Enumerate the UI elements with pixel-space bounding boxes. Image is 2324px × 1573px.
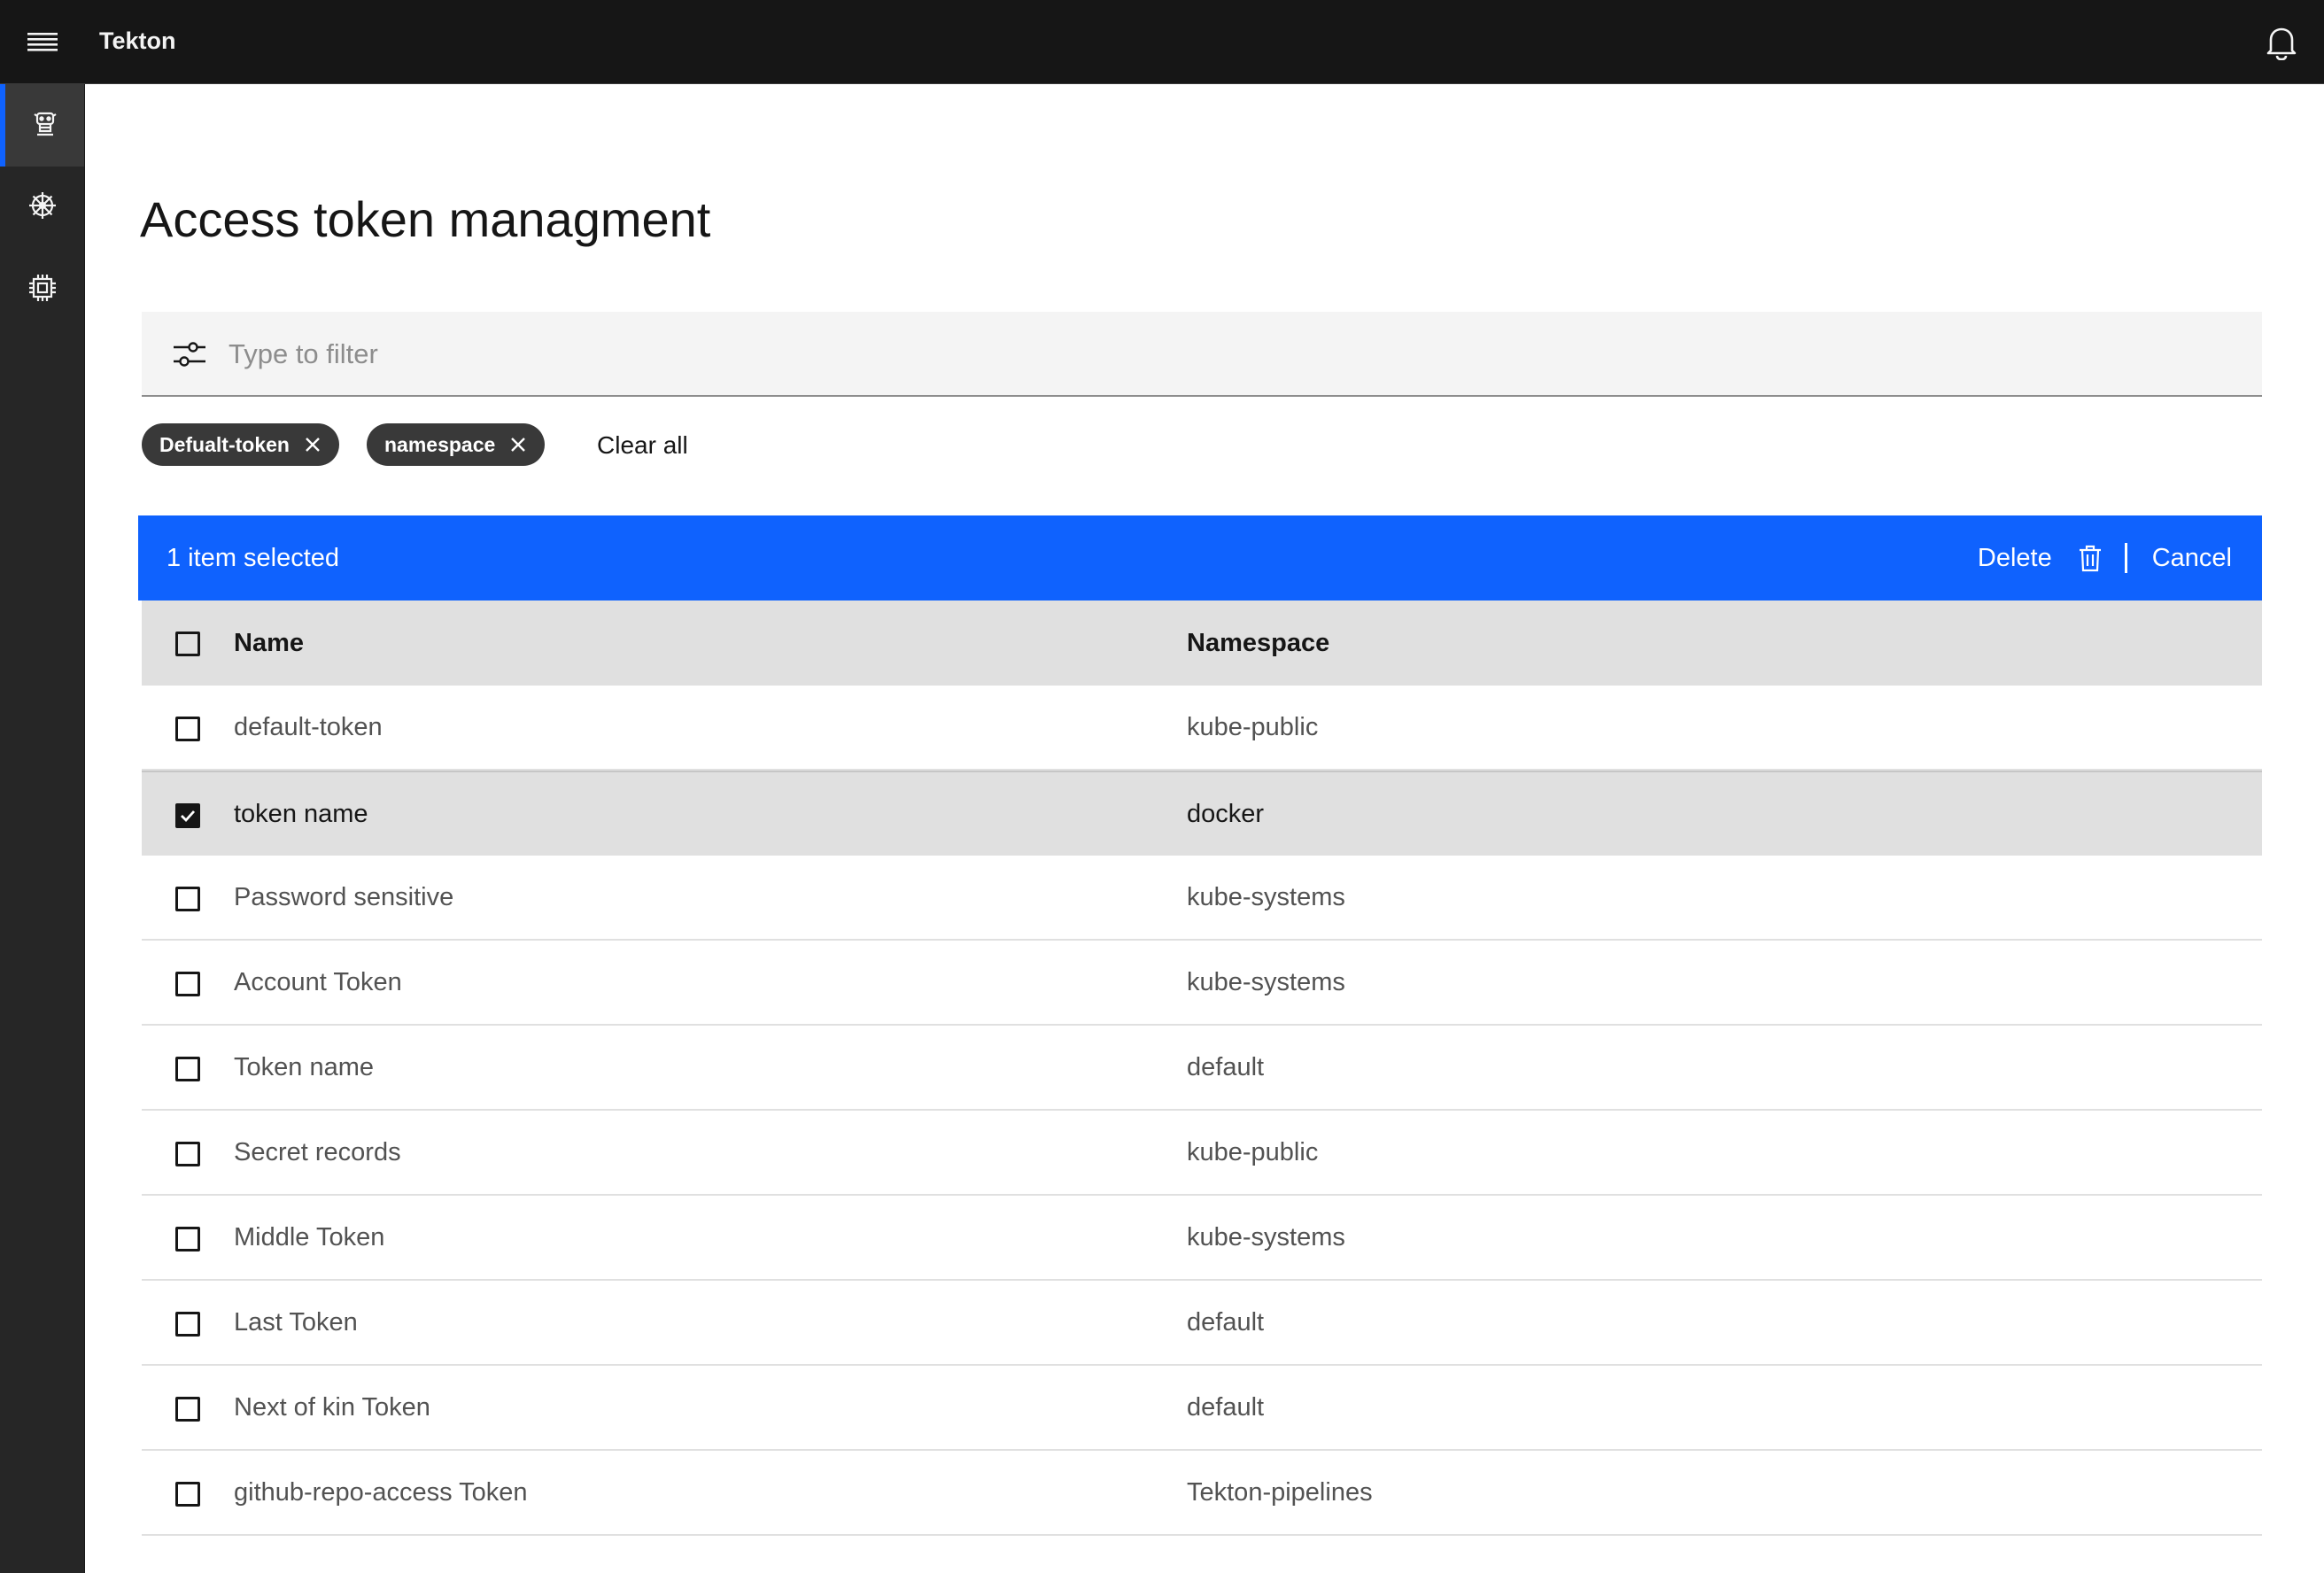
table-row[interactable]: Next of kin Token default [142, 1366, 2262, 1451]
cell-namespace: kube-systems [1187, 1223, 1345, 1251]
rail-item-kubernetes[interactable] [0, 167, 84, 249]
tekton-robot-icon [30, 108, 60, 143]
table-row[interactable]: github-repo-access Token Tekton-pipelines [142, 1451, 2262, 1536]
delete-button[interactable]: Delete [1978, 544, 2103, 573]
row-checkbox[interactable] [175, 1397, 200, 1422]
cell-namespace: default [1187, 1308, 1265, 1337]
cell-token-name: Next of kin Token [234, 1393, 430, 1422]
rail-item-chip[interactable] [0, 249, 84, 331]
table-row[interactable]: Secret records kube-public [142, 1111, 2262, 1196]
cell-namespace: kube-systems [1187, 883, 1345, 911]
cell-namespace: kube-systems [1187, 968, 1345, 996]
row-checkbox[interactable] [175, 887, 200, 911]
token-table: Name Namespace default-token kube-public t… [142, 601, 2262, 1536]
chip-icon [27, 273, 58, 307]
cell-namespace: default [1187, 1053, 1265, 1081]
hamburger-menu-icon[interactable] [0, 0, 85, 84]
cell-token-name: token name [234, 800, 368, 828]
table-row[interactable]: Account Token kube-systems [142, 941, 2262, 1026]
cell-token-name: github-repo-access Token [234, 1478, 528, 1507]
cell-token-name: Account Token [234, 968, 402, 996]
top-header: Tekton [0, 0, 2324, 84]
selected-count: 1 item selected [167, 544, 340, 572]
tag-label: Defualt-token [159, 432, 290, 456]
row-checkbox[interactable] [175, 803, 200, 828]
table-row[interactable]: Last Token default [142, 1281, 2262, 1366]
batch-action-bar: 1 item selected Delete Cancel [138, 515, 2262, 601]
column-header-name[interactable]: Name [234, 601, 304, 686]
table-row[interactable]: Token name default [142, 1026, 2262, 1111]
checkmark-icon [181, 810, 196, 823]
cell-namespace: default [1187, 1393, 1265, 1422]
row-checkbox[interactable] [175, 1482, 200, 1507]
cell-namespace: docker [1187, 800, 1265, 828]
kubernetes-helm-icon [27, 190, 58, 226]
row-checkbox[interactable] [175, 1142, 200, 1166]
table-row[interactable]: Password sensitive kube-systems [142, 856, 2262, 941]
tag-label: namespace [384, 432, 496, 456]
cell-token-name: Last Token [234, 1308, 358, 1337]
divider [2124, 543, 2127, 573]
filter-input[interactable] [227, 312, 2232, 397]
trash-icon [2077, 544, 2103, 572]
batch-actions: Delete Cancel [1978, 515, 2232, 601]
settings-adjust-icon [170, 335, 209, 374]
cancel-button[interactable]: Cancel [2152, 544, 2232, 573]
bell-icon[interactable] [2239, 0, 2324, 84]
cell-namespace: kube-public [1187, 1138, 1319, 1166]
select-all-checkbox[interactable] [175, 632, 200, 656]
close-icon[interactable] [304, 436, 321, 453]
rail-item-tekton[interactable] [0, 84, 84, 167]
cell-token-name: Password sensitive [234, 883, 454, 911]
cell-token-name: Middle Token [234, 1223, 385, 1251]
clear-all-button[interactable]: Clear all [597, 427, 688, 464]
row-checkbox[interactable] [175, 1312, 200, 1337]
table-header-row: Name Namespace [142, 601, 2262, 686]
table-row[interactable]: Middle Token kube-systems [142, 1196, 2262, 1281]
cell-token-name: default-token [234, 713, 383, 741]
filter-tag-default-token: Defualt-token [142, 423, 339, 466]
row-checkbox[interactable] [175, 972, 200, 996]
row-checkbox[interactable] [175, 717, 200, 741]
row-checkbox[interactable] [175, 1227, 200, 1251]
side-rail [0, 84, 85, 1573]
cell-token-name: Secret records [234, 1138, 401, 1166]
delete-label: Delete [1977, 543, 2052, 572]
cell-token-name: Token name [234, 1053, 374, 1081]
close-icon[interactable] [509, 436, 527, 453]
filter-search[interactable] [142, 312, 2262, 397]
table-row[interactable]: default-token kube-public [142, 686, 2262, 771]
app-brand[interactable]: Tekton [99, 0, 176, 84]
row-checkbox[interactable] [175, 1057, 200, 1081]
column-header-namespace[interactable]: Namespace [1187, 601, 1329, 686]
filter-tag-namespace: namespace [367, 423, 546, 466]
table-row[interactable]: token name docker [142, 771, 2262, 856]
cell-namespace: Tekton-pipelines [1187, 1478, 1373, 1507]
page-title: Access token managment [140, 191, 711, 247]
cell-namespace: kube-public [1187, 713, 1319, 741]
table-body: default-token kube-public token name docker… [142, 686, 2262, 1536]
